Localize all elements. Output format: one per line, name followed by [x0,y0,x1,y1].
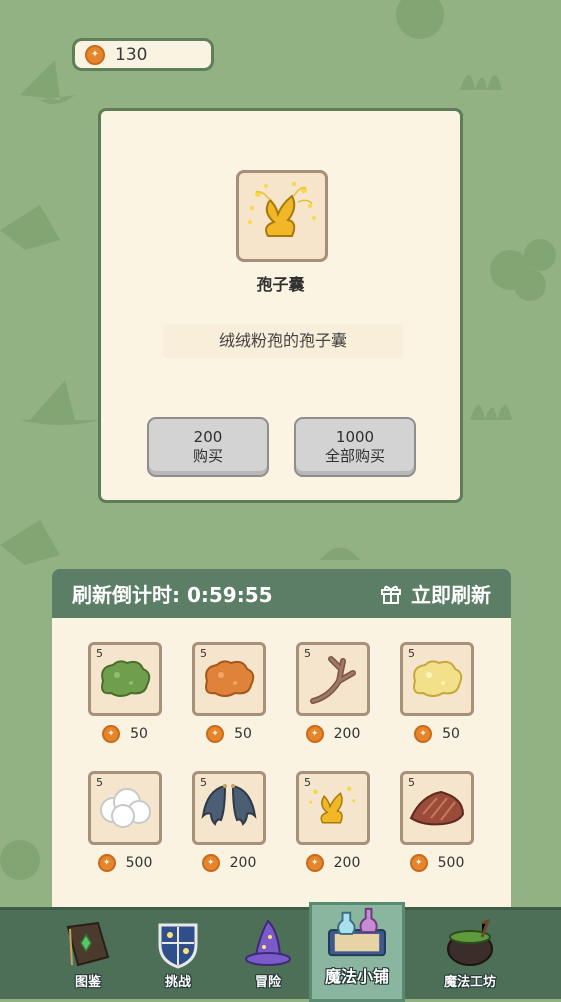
shop-item-slot[interactable]: 5 [88,771,162,845]
item-count: 5 [304,776,311,789]
shop-item[interactable]: 5 ✦ 50 [190,642,268,752]
cauldron-icon [447,919,493,966]
item-price: ✦ 50 [190,725,268,743]
book-icon [66,921,110,967]
detail-item-image [236,170,328,262]
refresh-now-label: 立即刷新 [411,583,491,607]
item-price-value: 200 [333,855,361,871]
item-count: 5 [200,776,207,789]
shop-item-slot[interactable]: 5 [192,642,266,716]
spore-sac-icon [309,786,356,824]
item-count: 5 [304,647,311,660]
item-price: ✦ 500 [86,854,164,872]
coin-icon: ✦ [201,854,220,872]
tab-challenge[interactable]: 挑战 [130,910,226,1002]
currency-amount: 130 [115,44,148,65]
shop-header: 刷新倒计时: 0:59:55 立即刷新 [52,569,511,618]
shop-item-slot[interactable]: 5 [400,771,474,845]
buy-one-button[interactable]: 200 购买 [147,417,269,477]
buy-all-label: 全部购买 [324,447,385,465]
coin-icon: ✦ [102,725,121,743]
magic-shop-icon [328,907,386,957]
refresh-countdown: 刷新倒计时: 0:59:55 [72,583,273,607]
item-count: 5 [200,647,207,660]
shop-item-slot[interactable]: 5 [400,642,474,716]
detail-item-description: 绒绒粉孢的孢子囊 [163,324,403,358]
tab-label: 魔法小铺 [324,967,389,986]
item-price: ✦ 200 [190,854,268,872]
shop-item[interactable]: 5 ✦ 200 [294,771,372,881]
cotton-cloud-icon [100,788,151,828]
item-count: 5 [96,647,103,660]
tab-label: 挑战 [164,975,191,990]
green-slime-icon [101,660,151,697]
shop-item[interactable]: 5 ✦ 50 [398,642,476,752]
item-count: 5 [96,776,103,789]
roast-meat-icon [409,790,465,826]
item-price: ✦ 500 [398,854,476,872]
coin-icon: ✦ [206,725,225,743]
shop-item-grid: 5 ✦ 50 5 ✦ 50 5 ✦ 200 5 ✦ 50 5 ✦ 500 5 ✦… [52,618,511,910]
bat-wings-icon [201,784,257,826]
shop-item-slot[interactable]: 5 [192,771,266,845]
buy-all-price: 1000 [335,428,375,446]
item-price-value: 500 [125,855,153,871]
shop-item[interactable]: 5 ✦ 500 [398,771,476,881]
wizard-hat-icon [245,919,291,966]
gift-icon [381,585,401,604]
tab-codex[interactable]: 图鉴 [40,910,136,1002]
buy-all-button[interactable]: 1000 全部购买 [294,417,416,477]
tab-label: 魔法工坊 [443,975,496,990]
item-count: 5 [408,776,415,789]
coin-icon: ✦ [85,44,105,65]
item-count: 5 [408,647,415,660]
coin-icon: ✦ [414,725,433,743]
item-price-value: 500 [437,855,465,871]
item-price: ✦ 200 [294,725,372,743]
antler-branch-icon [310,656,356,704]
tab-magic-shop[interactable]: 魔法小铺 [309,902,405,1002]
tab-magic-workshop[interactable]: 魔法工坊 [422,910,518,1002]
tab-label: 冒险 [254,975,281,990]
tab-label: 图鉴 [74,975,101,990]
shop-item-slot[interactable]: 5 [296,642,370,716]
item-price: ✦ 200 [294,854,372,872]
item-price-value: 200 [229,855,257,871]
shop-item[interactable]: 5 ✦ 200 [190,771,268,881]
detail-item-name: 孢子囊 [256,275,305,294]
buy-one-price: 200 [193,428,223,446]
orange-slime-icon [205,660,255,697]
item-price-value: 50 [234,726,252,742]
buy-one-label: 购买 [192,447,223,465]
yellow-slime-icon [413,660,463,697]
currency-display: ✦ 130 [72,38,214,71]
item-price-value: 50 [442,726,460,742]
refresh-now-button[interactable]: 立即刷新 [379,579,491,608]
coin-icon: ✦ [305,725,324,743]
item-detail-panel: 孢子囊 绒绒粉孢的孢子囊 200 购买 1000 全部购买 [98,108,463,503]
coin-icon: ✦ [409,854,428,872]
item-price-value: 200 [333,726,361,742]
shop-item-slot[interactable]: 5 [296,771,370,845]
tab-adventure[interactable]: 冒险 [220,910,316,1002]
shop-item[interactable]: 5 ✦ 50 [86,642,164,752]
item-price: ✦ 50 [398,725,476,743]
shop-item-slot[interactable]: 5 [88,642,162,716]
item-price: ✦ 50 [86,725,164,743]
shop-item[interactable]: 5 ✦ 500 [86,771,164,881]
spore-sac-icon [248,182,316,237]
item-price-value: 50 [130,726,148,742]
coin-icon: ✦ [97,854,116,872]
shield-icon [158,923,198,969]
bottom-nav: 图鉴 挑战 冒险 魔法小铺 魔法工坊 [0,902,561,1002]
shop-item[interactable]: 5 ✦ 200 [294,642,372,752]
coin-icon: ✦ [305,854,324,872]
